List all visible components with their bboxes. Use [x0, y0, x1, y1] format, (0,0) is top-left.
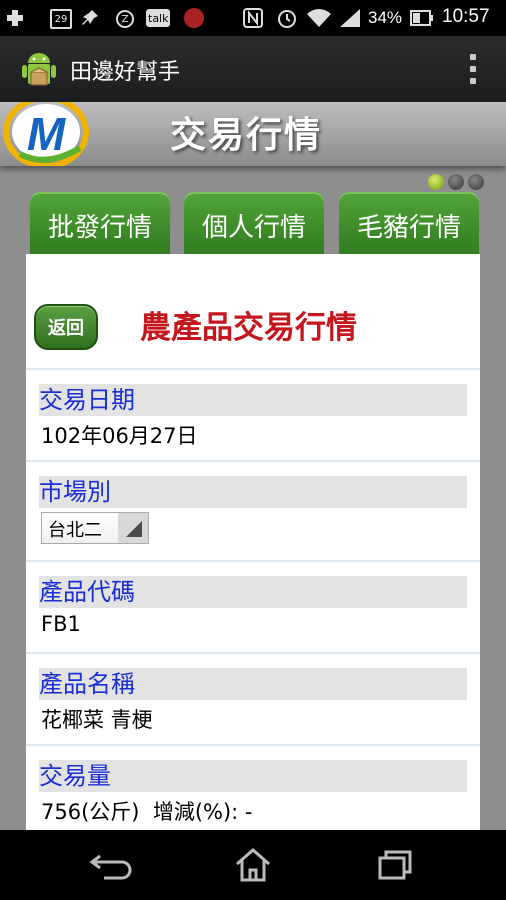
volume-label: 交易量 — [39, 760, 467, 792]
date-label: 交易日期 — [39, 384, 467, 416]
market-label: 市場別 — [39, 476, 467, 508]
back-icon[interactable] — [82, 844, 142, 886]
nfc-icon — [242, 7, 264, 29]
divider — [26, 368, 480, 370]
divider — [26, 744, 480, 746]
product-code-label: 產品代碼 — [39, 576, 467, 608]
tab-wholesale[interactable]: 批發行情 — [30, 192, 170, 258]
signal-icon — [338, 7, 362, 29]
clock: 10:57 — [442, 6, 490, 27]
page-dot-active[interactable] — [428, 174, 444, 190]
market-select-value: 台北二 — [48, 520, 102, 541]
volume-value: 756(公斤) 增減(%): - — [41, 800, 253, 824]
tab-label: 批發行情 — [47, 212, 152, 243]
logo-icon: M — [0, 102, 110, 166]
logo-letter: M — [27, 108, 67, 160]
divider — [26, 460, 480, 462]
date-value: 102年06月27日 — [41, 424, 198, 448]
alarm-icon — [276, 7, 298, 29]
product-name-value: 花椰菜 青梗 — [41, 708, 153, 732]
app-title: 田邊好幫手 — [70, 60, 181, 85]
app-red-icon — [184, 8, 204, 28]
app-bar: 田邊好幫手 — [0, 36, 506, 103]
calendar-icon: 29 — [50, 9, 72, 29]
wifi-icon — [306, 7, 332, 29]
tab-label: 毛豬行情 — [356, 212, 461, 243]
recent-apps-icon[interactable] — [364, 844, 424, 886]
talk-icon: talk — [146, 9, 171, 27]
back-button-label: 返回 — [48, 318, 84, 339]
overflow-menu-icon[interactable] — [470, 54, 478, 84]
z-icon: Z — [116, 10, 134, 28]
page-dot[interactable] — [468, 174, 484, 190]
tab-personal[interactable]: 個人行情 — [184, 192, 324, 258]
product-name-label: 產品名稱 — [39, 668, 467, 700]
home-icon[interactable] — [223, 844, 283, 886]
back-button[interactable]: 返回 — [34, 304, 98, 350]
header-banner: M 交易行情 — [0, 102, 506, 166]
market-select[interactable]: 台北二 — [41, 512, 149, 544]
dropdown-arrow-icon — [118, 513, 148, 543]
banner-title: 交易行情 — [170, 115, 323, 156]
content-panel: 返回 農產品交易行情 交易日期 102年06月27日 市場別 台北二 產品代碼 … — [26, 254, 480, 830]
tab-label: 個人行情 — [201, 212, 306, 243]
page-dot[interactable] — [448, 174, 464, 190]
navigation-bar — [0, 830, 506, 900]
tab-hog[interactable]: 毛豬行情 — [339, 192, 479, 258]
status-bar: 29 Z talk 34% 10:57 — [0, 0, 506, 36]
plus-icon — [6, 7, 24, 29]
product-code-value: FB1 — [41, 612, 81, 636]
divider — [26, 652, 480, 654]
divider — [26, 560, 480, 562]
battery-percent: 34% — [368, 8, 403, 27]
battery-icon — [410, 7, 434, 29]
android-icon — [20, 50, 58, 88]
page-indicator — [428, 174, 484, 190]
pin-icon — [80, 7, 100, 29]
panel-title: 農產品交易行情 — [140, 310, 357, 346]
